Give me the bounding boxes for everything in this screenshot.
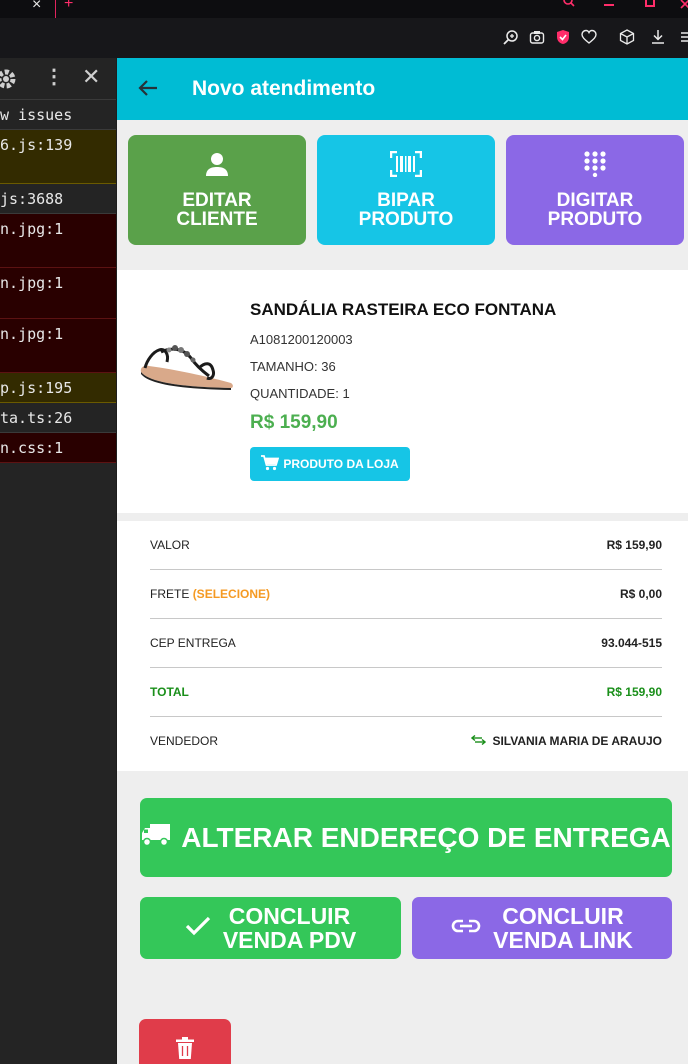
person-icon (128, 151, 306, 177)
change-delivery-address-label: ALTERAR ENDEREÇO DE ENTREGA (181, 821, 671, 853)
barcode-icon (317, 151, 495, 177)
dialpad-icon (506, 151, 684, 177)
edit-client-button[interactable]: EDITAR CLIENTE (128, 135, 306, 245)
type-product-label: DIGITAR PRODUTO (547, 190, 643, 230)
finish-link-sale-label: CONCLUIR VENDA LINK (493, 903, 633, 953)
order-summary: VALOR R$ 159,90 FRETE (SELECIONE) R$ 0,0… (117, 521, 688, 771)
frete-label: FRETE (150, 587, 190, 601)
cep-label: CEP ENTREGA (150, 636, 236, 650)
devtools-message-row[interactable]: n.jpg:1 (0, 268, 116, 319)
devtools-message-source[interactable]: n.jpg:1 (0, 325, 63, 343)
product-sku: A1081200120003 (250, 332, 353, 347)
devtools-message-row[interactable]: w issues (0, 100, 116, 130)
frete-value: R$ 0,00 (619, 587, 662, 601)
close-devtools-icon[interactable]: ✕ (82, 66, 100, 88)
valor-value: R$ 159,90 (606, 538, 662, 552)
cep-value: 93.044-515 (601, 636, 662, 650)
tab-close-button[interactable]: × (32, 0, 41, 13)
devtools-message-row[interactable]: ta.ts:26 (0, 403, 116, 433)
back-arrow-icon[interactable] (137, 77, 159, 104)
product-image (139, 332, 235, 397)
devtools-message-source[interactable]: n.jpg:1 (0, 274, 63, 292)
browser-toolbar (0, 18, 688, 58)
devtools-message-source[interactable]: js:3688 (0, 190, 63, 208)
cart-icon (261, 454, 280, 474)
store-product-badge[interactable]: PRODUTO DA LOJA (250, 447, 410, 481)
zoom-icon[interactable] (500, 26, 522, 48)
frete-label-group: FRETE (SELECIONE) (150, 587, 270, 601)
total-value: R$ 159,90 (606, 685, 662, 699)
app-bar: Novo atendimento (117, 58, 688, 120)
product-quantity: QUANTIDADE: 1 (250, 386, 350, 401)
store-product-label: PRODUTO DA LOJA (283, 457, 399, 471)
more-options-icon[interactable]: ⋮ (44, 67, 64, 87)
valor-label: VALOR (150, 538, 190, 552)
devtools-panel: ⋮ ✕ hidden w issues6.js:139js:3688n.jpg:… (0, 58, 116, 1064)
scan-product-label: BIPAR PRODUTO (358, 190, 454, 230)
truck-icon (141, 822, 171, 854)
summary-row-vendedor: VENDEDOR SILVANIA MARIA DE ARAUJO (150, 717, 662, 766)
check-icon (185, 916, 211, 941)
summary-row-cep: CEP ENTREGA 93.044-515 (150, 619, 662, 668)
devtools-message-row[interactable]: js:3688 (0, 184, 116, 214)
cube-icon[interactable] (616, 26, 638, 48)
devtools-message-source[interactable]: w issues (0, 106, 72, 124)
new-tab-button[interactable]: + (64, 0, 73, 12)
browser-tab-bar: × + (0, 0, 688, 18)
link-icon (451, 918, 481, 939)
trash-icon (176, 1037, 194, 1064)
devtools-message-source[interactable]: ta.ts:26 (0, 409, 72, 427)
window-close-button[interactable] (680, 0, 688, 13)
frete-select-link[interactable]: (SELECIONE) (193, 587, 270, 601)
devtools-message-row[interactable]: p.js:195 (0, 373, 116, 403)
type-product-button[interactable]: DIGITAR PRODUTO (506, 135, 684, 245)
menu-icon[interactable] (676, 26, 688, 48)
vendedor-label: VENDEDOR (150, 734, 219, 748)
change-delivery-address-button[interactable]: ALTERAR ENDEREÇO DE ENTREGA (140, 798, 672, 877)
vendedor-selector[interactable]: SILVANIA MARIA DE ARAUJO (471, 734, 662, 748)
product-size: TAMANHO: 36 (250, 359, 336, 374)
page-title: Novo atendimento (192, 77, 376, 100)
product-card: SANDÁLIA RASTEIRA ECO FONTANA A108120012… (117, 270, 688, 513)
devtools-message-row[interactable]: n.jpg:1 (0, 214, 116, 268)
devtools-message-source[interactable]: 6.js:139 (0, 136, 72, 154)
tab-separator (55, 0, 56, 18)
summary-row-frete: FRETE (SELECIONE) R$ 0,00 (150, 570, 662, 619)
window-minimize-button[interactable] (604, 4, 614, 6)
devtools-message-source[interactable]: n.css:1 (0, 439, 63, 457)
swap-arrows-icon (471, 734, 487, 748)
product-price: R$ 159,90 (250, 412, 338, 433)
devtools-message-row[interactable]: n.jpg:1 (0, 319, 116, 373)
tab-search-icon[interactable] (563, 0, 575, 11)
product-name: SANDÁLIA RASTEIRA ECO FONTANA (250, 300, 557, 319)
shield-icon[interactable] (552, 26, 574, 48)
devtools-message-list: w issues 6.js:139 js:3688 n.jpg:1 n.jpg:1 n.j… (0, 100, 116, 463)
total-label: TOTAL (150, 685, 189, 699)
window-maximize-button[interactable] (645, 0, 655, 7)
devtools-message-row[interactable]: n.css:1 (0, 433, 116, 463)
vendedor-value: SILVANIA MARIA DE ARAUJO (492, 734, 662, 748)
finish-pdv-sale-label: CONCLUIR VENDA PDV (222, 903, 357, 953)
summary-row-valor: VALOR R$ 159,90 (150, 521, 662, 570)
heart-icon[interactable] (578, 26, 600, 48)
finish-link-sale-button[interactable]: CONCLUIR VENDA LINK (412, 897, 672, 959)
camera-icon[interactable] (526, 26, 548, 48)
finish-pdv-sale-button[interactable]: CONCLUIR VENDA PDV (140, 897, 401, 959)
delete-button[interactable] (139, 1019, 231, 1064)
settings-gear-icon[interactable] (0, 67, 18, 96)
devtools-message-source[interactable]: n.jpg:1 (0, 220, 63, 238)
download-icon[interactable] (647, 26, 669, 48)
devtools-message-source[interactable]: p.js:195 (0, 379, 72, 397)
devtools-header: ⋮ ✕ (0, 58, 116, 100)
app-screen: Novo atendimento EDITAR CLIENTE BIPAR PROD… (117, 58, 688, 1064)
devtools-message-row[interactable]: 6.js:139 (0, 130, 116, 184)
edit-client-label: EDITAR CLIENTE (176, 190, 258, 230)
scan-product-button[interactable]: BIPAR PRODUTO (317, 135, 495, 245)
summary-row-total: TOTAL R$ 159,90 (150, 668, 662, 717)
